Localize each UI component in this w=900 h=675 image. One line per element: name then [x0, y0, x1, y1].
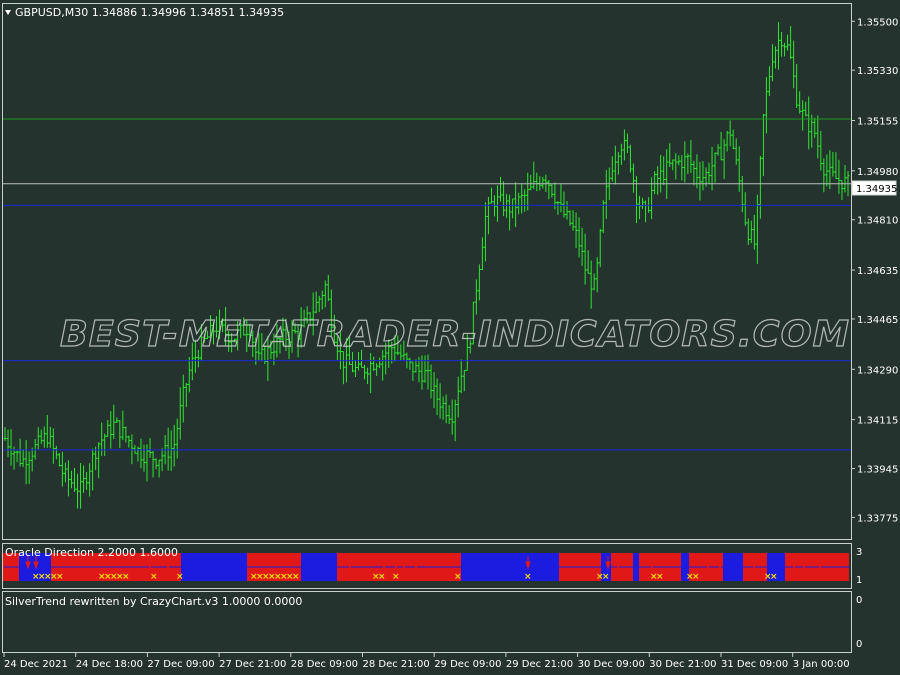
- oracle-signal-cross-icon: ×: [378, 572, 386, 582]
- price-axis-label: 1.35330: [857, 66, 898, 77]
- svg-text:1.34935: 1.34935: [856, 184, 897, 195]
- price-axis-label: 1.34115: [857, 416, 898, 427]
- price-axis-label: 1.33775: [857, 513, 898, 524]
- current-price-label: 1.34935: [851, 180, 897, 196]
- time-axis-label: 31 Dec 09:00: [721, 659, 788, 670]
- oracle-signal-cross-icon: ×: [656, 572, 664, 582]
- price-axis-label: 1.35155: [857, 116, 898, 127]
- oracle-signal-cross-icon: ×: [602, 572, 610, 582]
- time-axis-label: 30 Dec 09:00: [578, 659, 645, 670]
- oracle-axis-tick-bottom: 1: [856, 575, 862, 586]
- main-chart-panel[interactable]: [2, 3, 852, 540]
- price-axis-label: 1.34980: [857, 167, 898, 178]
- price-axis-label: 1.34810: [857, 216, 898, 227]
- oracle-direction-title: Oracle Direction 2.2000 1.6000: [5, 546, 178, 559]
- oracle-signal-cross-icon: ×: [122, 572, 130, 582]
- price-axis-label: 1.34290: [857, 365, 898, 376]
- oracle-axis-tick-top: 3: [856, 547, 862, 558]
- oracle-signal-cross-icon: ×: [770, 572, 778, 582]
- time-axis-label: 28 Dec 21:00: [363, 659, 430, 670]
- oracle-signal-cross-icon: ×: [292, 572, 300, 582]
- oracle-signal-cross-icon: ×: [176, 572, 184, 582]
- time-axis[interactable]: 24 Dec 2021 24 Dec 18:00 27 Dec 09:00 27 De…: [3, 653, 850, 670]
- oracle-signal-cross-icon: ×: [524, 572, 532, 582]
- price-axis-label: 1.34635: [857, 266, 898, 277]
- time-axis-label: 3 Jan 00:00: [793, 659, 850, 670]
- price-axis-label: 1.35500: [857, 17, 898, 28]
- oracle-signal-cross-icon: ×: [56, 572, 64, 582]
- time-axis-label: 27 Dec 09:00: [147, 659, 214, 670]
- time-axis-label: 30 Dec 21:00: [649, 659, 716, 670]
- time-axis-label: 28 Dec 09:00: [291, 659, 358, 670]
- silvertrend-axis-tick-top: 0: [856, 595, 862, 606]
- time-axis-label: 29 Dec 21:00: [506, 659, 573, 670]
- price-axis-label: 1.34465: [857, 315, 898, 326]
- time-axis-label: 27 Dec 21:00: [219, 659, 286, 670]
- oracle-signal-cross-icon: ×: [150, 572, 158, 582]
- price-axis[interactable]: 1.35500 1.35330 1.35155 1.34980 1.34810 1.346…: [851, 17, 898, 524]
- time-axis-label: 29 Dec 09:00: [434, 659, 501, 670]
- silvertrend-title: SilverTrend rewritten by CrazyChart.v3 1…: [5, 595, 302, 608]
- oracle-signal-cross-icon: ×: [692, 572, 700, 582]
- symbol-info: GBPUSD,M30 1.34886 1.34996 1.34851 1.349…: [15, 6, 284, 19]
- oracle-signal-cross-icon: ×: [392, 572, 400, 582]
- watermark-text: BEST-METATRADER-INDICATORS.COM: [60, 314, 850, 355]
- oracle-signal-cross-icon: ×: [454, 572, 462, 582]
- silvertrend-axis-tick-bottom: 0: [856, 639, 862, 650]
- time-axis-label: 24 Dec 18:00: [76, 659, 143, 670]
- time-axis-label: 24 Dec 2021: [4, 659, 68, 670]
- price-axis-label: 1.33945: [857, 465, 898, 476]
